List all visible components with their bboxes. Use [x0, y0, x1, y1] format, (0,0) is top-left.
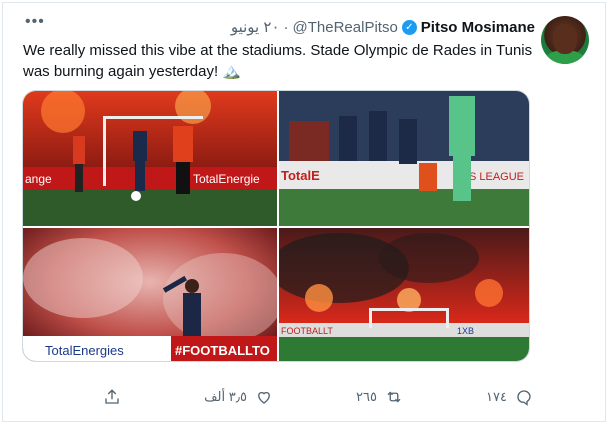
ad-board-text-left: FOOTBALLT [281, 326, 333, 336]
share-icon [105, 389, 119, 404]
ad-board-text-left: TotalE [281, 168, 320, 183]
photo-player-smoke[interactable]: TotalEnergies #FOOTBALLTO [23, 228, 277, 361]
ad-board-text-left: TotalEnergies [45, 343, 124, 358]
reply-count: ١٧٤ [486, 389, 507, 404]
ad-board-text-left: ange [25, 172, 52, 186]
media-grid: ange TotalEnergie TotalE S LEAGUE TotalE… [22, 90, 530, 362]
ad-board-text-right: 1XB [457, 326, 474, 336]
heart-icon [257, 391, 270, 404]
share-button[interactable] [103, 388, 121, 406]
author-handle[interactable]: @TheRealPitso [293, 19, 398, 36]
like-button[interactable]: ٣٫٥ ألف [204, 388, 273, 406]
retweet-count: ٢٦٥ [356, 389, 377, 404]
verified-badge-icon: ✓ [401, 19, 417, 35]
photo-players-flares[interactable]: ange TotalEnergie [23, 91, 277, 226]
avatar[interactable] [541, 16, 589, 64]
ad-board-text-right: TotalEnergie [193, 172, 260, 186]
more-icon[interactable]: ••• [25, 14, 45, 30]
tweet-text: We really missed this vibe at the stadiu… [23, 42, 533, 80]
reply-icon [517, 390, 531, 406]
tweet-actions: ٣٫٥ ألف ٢٦٥ ١٧٤ [103, 386, 533, 408]
author-display-name[interactable]: Pitso Mosimane [421, 19, 535, 36]
ad-board-text-right: S LEAGUE [469, 171, 524, 183]
ad-board-text-right: #FOOTBALLTO [175, 343, 270, 358]
reply-button[interactable]: ١٧٤ [486, 388, 533, 406]
like-count: ٣٫٥ ألف [204, 389, 247, 404]
separator-dot: · [283, 18, 289, 36]
tweet-date[interactable]: ٢٠ يونيو [231, 18, 280, 36]
tweet-card[interactable]: ••• Pitso Mosimane ✓ @TheRealPitso · ٢٠ … [2, 2, 606, 422]
photo-stadium-flares[interactable]: FOOTBALLT 1XB [279, 228, 529, 361]
retweet-icon [387, 391, 401, 403]
tweet-header: Pitso Mosimane ✓ @TheRealPitso · ٢٠ يوني… [231, 18, 535, 37]
retweet-button[interactable]: ٢٦٥ [356, 388, 403, 406]
photo-team-huddle[interactable]: TotalE S LEAGUE [279, 91, 529, 226]
